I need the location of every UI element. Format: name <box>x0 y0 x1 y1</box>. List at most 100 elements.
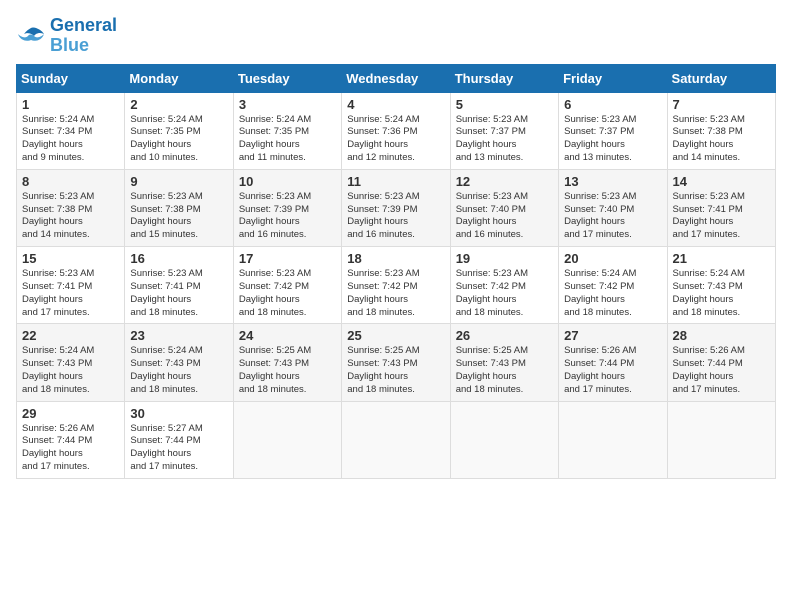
day-number: 29 <box>22 406 119 421</box>
cell-content: Sunrise: 5:26 AMSunset: 7:44 PMDaylight … <box>564 345 661 396</box>
cell-content: Sunrise: 5:24 AMSunset: 7:34 PMDaylight … <box>22 114 119 165</box>
calendar-cell: 28 Sunrise: 5:26 AMSunset: 7:44 PMDayligh… <box>667 324 775 401</box>
day-number: 30 <box>130 406 227 421</box>
cell-content: Sunrise: 5:23 AMSunset: 7:37 PMDaylight … <box>564 114 661 165</box>
cell-content: Sunrise: 5:25 AMSunset: 7:43 PMDaylight … <box>347 345 444 396</box>
weekday-header: Friday <box>559 64 667 92</box>
cell-content: Sunrise: 5:23 AMSunset: 7:40 PMDaylight … <box>564 191 661 242</box>
cell-content: Sunrise: 5:24 AMSunset: 7:42 PMDaylight … <box>564 268 661 319</box>
cell-content: Sunrise: 5:23 AMSunset: 7:38 PMDaylight … <box>22 191 119 242</box>
calendar-cell: 20 Sunrise: 5:24 AMSunset: 7:42 PMDayligh… <box>559 247 667 324</box>
calendar-cell: 27Sunrise: 5:26 AMSunset: 7:44 PMDayligh… <box>559 324 667 401</box>
cell-content: Sunrise: 5:26 AMSunset: 7:44 PMDaylight … <box>22 423 119 474</box>
cell-content: Sunrise: 5:23 AMSunset: 7:41 PMDaylight … <box>130 268 227 319</box>
day-number: 21 <box>673 251 770 266</box>
calendar-cell: 7 Sunrise: 5:23 AMSunset: 7:38 PMDaylight… <box>667 92 775 169</box>
page-header: GeneralBlue <box>16 16 776 56</box>
cell-content: Sunrise: 5:23 AMSunset: 7:38 PMDaylight … <box>673 114 770 165</box>
day-number: 18 <box>347 251 444 266</box>
calendar-cell: 29 Sunrise: 5:26 AMSunset: 7:44 PMDayligh… <box>17 401 125 478</box>
weekday-header: Monday <box>125 64 233 92</box>
calendar-cell: 9 Sunrise: 5:23 AMSunset: 7:38 PMDaylight… <box>125 169 233 246</box>
calendar-week-row: 22 Sunrise: 5:24 AMSunset: 7:43 PMDayligh… <box>17 324 776 401</box>
weekday-header: Saturday <box>667 64 775 92</box>
day-number: 28 <box>673 328 770 343</box>
calendar-cell: 30 Sunrise: 5:27 AMSunset: 7:44 PMDayligh… <box>125 401 233 478</box>
calendar-cell: 10 Sunrise: 5:23 AMSunset: 7:39 PMDayligh… <box>233 169 341 246</box>
calendar-cell: 18 Sunrise: 5:23 AMSunset: 7:42 PMDayligh… <box>342 247 450 324</box>
calendar-cell: 17 Sunrise: 5:23 AMSunset: 7:42 PMDayligh… <box>233 247 341 324</box>
weekday-header: Sunday <box>17 64 125 92</box>
day-number: 14 <box>673 174 770 189</box>
calendar-cell <box>342 401 450 478</box>
calendar-week-row: 1 Sunrise: 5:24 AMSunset: 7:34 PMDaylight… <box>17 92 776 169</box>
calendar-week-row: 29 Sunrise: 5:26 AMSunset: 7:44 PMDayligh… <box>17 401 776 478</box>
logo-text: GeneralBlue <box>50 16 117 56</box>
day-number: 7 <box>673 97 770 112</box>
day-number: 20 <box>564 251 661 266</box>
cell-content: Sunrise: 5:23 AMSunset: 7:42 PMDaylight … <box>239 268 336 319</box>
day-number: 13 <box>564 174 661 189</box>
day-number: 9 <box>130 174 227 189</box>
day-number: 23 <box>130 328 227 343</box>
day-number: 5 <box>456 97 553 112</box>
cell-content: Sunrise: 5:26 AMSunset: 7:44 PMDaylight … <box>673 345 770 396</box>
calendar-cell: 24 Sunrise: 5:25 AMSunset: 7:43 PMDayligh… <box>233 324 341 401</box>
day-number: 15 <box>22 251 119 266</box>
calendar-cell: 4 Sunrise: 5:24 AMSunset: 7:36 PMDaylight… <box>342 92 450 169</box>
cell-content: Sunrise: 5:25 AMSunset: 7:43 PMDaylight … <box>239 345 336 396</box>
weekday-header: Thursday <box>450 64 558 92</box>
day-number: 10 <box>239 174 336 189</box>
calendar-cell: 6 Sunrise: 5:23 AMSunset: 7:37 PMDaylight… <box>559 92 667 169</box>
cell-content: Sunrise: 5:23 AMSunset: 7:42 PMDaylight … <box>456 268 553 319</box>
day-number: 12 <box>456 174 553 189</box>
calendar-cell: 8 Sunrise: 5:23 AMSunset: 7:38 PMDaylight… <box>17 169 125 246</box>
calendar-cell: 15Sunrise: 5:23 AMSunset: 7:41 PMDayligh… <box>17 247 125 324</box>
weekday-header-row: SundayMondayTuesdayWednesdayThursdayFrid… <box>17 64 776 92</box>
logo: GeneralBlue <box>16 16 117 56</box>
calendar-week-row: 15 Sunrise: 5:23 AMSunset: 7:41 PMDayligh… <box>17 247 776 324</box>
calendar-cell: 2Sunrise: 5:24 AMSunset: 7:35 PMDaylight… <box>125 92 233 169</box>
calendar-cell: 19 Sunrise: 5:23 AMSunset: 7:42 PMDayligh… <box>450 247 558 324</box>
calendar-cell: 14 Sunrise: 5:23 AMSunset: 7:41 PMDayligh… <box>667 169 775 246</box>
calendar-cell <box>559 401 667 478</box>
day-number: 4 <box>347 97 444 112</box>
calendar-cell <box>667 401 775 478</box>
day-number: 19 <box>456 251 553 266</box>
calendar-cell: 26Sunrise: 5:25 AMSunset: 7:43 PMDayligh… <box>450 324 558 401</box>
cell-content: Sunrise: 5:24 AMSunset: 7:36 PMDaylight … <box>347 114 444 165</box>
calendar-cell: 1 Sunrise: 5:24 AMSunset: 7:34 PMDaylight… <box>17 92 125 169</box>
calendar-week-row: 8 Sunrise: 5:23 AMSunset: 7:38 PMDaylight… <box>17 169 776 246</box>
weekday-header: Wednesday <box>342 64 450 92</box>
cell-content: Sunrise: 5:23 AMSunset: 7:42 PMDaylight … <box>347 268 444 319</box>
cell-content: Sunrise: 5:23 AMSunset: 7:39 PMDaylight … <box>239 191 336 242</box>
calendar-cell: 11 Sunrise: 5:23 AMSunset: 7:39 PMDayligh… <box>342 169 450 246</box>
day-number: 6 <box>564 97 661 112</box>
cell-content: Sunrise: 5:24 AMSunset: 7:43 PMDaylight … <box>130 345 227 396</box>
cell-content: Sunrise: 5:24 AMSunset: 7:43 PMDaylight … <box>22 345 119 396</box>
cell-content: Sunrise: 5:24 AMSunset: 7:35 PMDaylight … <box>239 114 336 165</box>
calendar-cell: 23 Sunrise: 5:24 AMSunset: 7:43 PMDayligh… <box>125 324 233 401</box>
day-number: 8 <box>22 174 119 189</box>
day-number: 11 <box>347 174 444 189</box>
day-number: 1 <box>22 97 119 112</box>
calendar-cell: 21 Sunrise: 5:24 AMSunset: 7:43 PMDayligh… <box>667 247 775 324</box>
cell-content: Sunrise: 5:27 AMSunset: 7:44 PMDaylight … <box>130 423 227 474</box>
calendar-cell: 3 Sunrise: 5:24 AMSunset: 7:35 PMDaylight… <box>233 92 341 169</box>
day-number: 25 <box>347 328 444 343</box>
day-number: 17 <box>239 251 336 266</box>
day-number: 26 <box>456 328 553 343</box>
cell-content: Sunrise: 5:23 AMSunset: 7:38 PMDaylight … <box>130 191 227 242</box>
weekday-header: Tuesday <box>233 64 341 92</box>
cell-content: Sunrise: 5:23 AMSunset: 7:40 PMDaylight … <box>456 191 553 242</box>
day-number: 3 <box>239 97 336 112</box>
cell-content: Sunrise: 5:24 AMSunset: 7:43 PMDaylight … <box>673 268 770 319</box>
cell-content: Sunrise: 5:23 AMSunset: 7:39 PMDaylight … <box>347 191 444 242</box>
calendar-cell: 25 Sunrise: 5:25 AMSunset: 7:43 PMDayligh… <box>342 324 450 401</box>
cell-content: Sunrise: 5:23 AMSunset: 7:41 PMDaylight … <box>673 191 770 242</box>
calendar-cell <box>233 401 341 478</box>
calendar-cell: 13 Sunrise: 5:23 AMSunset: 7:40 PMDayligh… <box>559 169 667 246</box>
day-number: 22 <box>22 328 119 343</box>
day-number: 24 <box>239 328 336 343</box>
calendar-table: SundayMondayTuesdayWednesdayThursdayFrid… <box>16 64 776 479</box>
